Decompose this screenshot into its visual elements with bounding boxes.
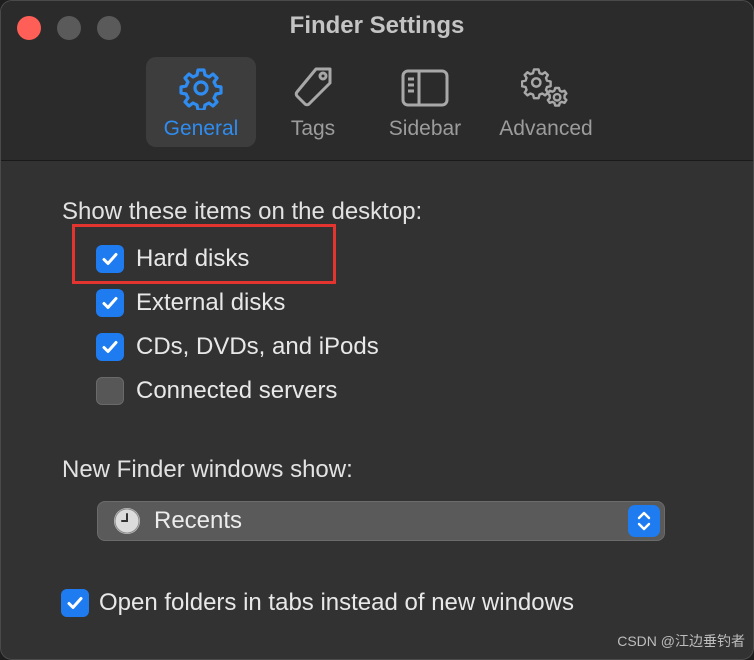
gears-icon <box>521 63 571 113</box>
select-value: Recents <box>154 507 243 534</box>
clock-icon <box>114 508 140 534</box>
checkbox-checked[interactable] <box>96 245 124 273</box>
tab-label: Sidebar <box>388 117 462 140</box>
checkbox-unchecked[interactable] <box>96 377 124 405</box>
gear-icon <box>176 63 226 113</box>
checkbox-checked[interactable] <box>61 589 89 617</box>
new-windows-select[interactable]: Recents <box>97 501 665 541</box>
finder-settings-window: Finder Settings General Tags Sidebar Adv… <box>0 0 754 660</box>
new-windows-label: New Finder windows show: <box>62 456 353 483</box>
tab-label: General <box>163 117 239 140</box>
checkbox-label: External disks <box>136 289 286 316</box>
tab-label: Tags <box>290 117 336 140</box>
desktop-items-label: Show these items on the desktop: <box>62 198 423 225</box>
tab-label: Advanced <box>499 117 593 140</box>
sidebar-icon <box>400 63 450 113</box>
window-title: Finder Settings <box>289 12 465 39</box>
tab-general[interactable]: General <box>146 57 256 147</box>
chevron-updown-icon[interactable] <box>628 505 660 537</box>
checkbox-label: Connected servers <box>136 377 338 404</box>
checkbox-checked[interactable] <box>96 289 124 317</box>
watermark: CSDN @江边垂钓者 <box>617 633 745 649</box>
checkbox-checked[interactable] <box>96 333 124 361</box>
hard-disks-checkbox[interactable]: Hard disks <box>96 245 249 273</box>
external-disks-checkbox[interactable]: External disks <box>96 289 285 317</box>
cds-dvds-ipods-checkbox[interactable]: CDs, DVDs, and iPods <box>96 333 379 361</box>
checkbox-label: CDs, DVDs, and iPods <box>136 333 379 360</box>
connected-servers-checkbox[interactable]: Connected servers <box>96 377 337 405</box>
checkbox-label: Hard disks <box>136 245 250 272</box>
tab-advanced[interactable]: Advanced <box>490 57 602 147</box>
tag-icon <box>288 63 338 113</box>
tab-sidebar[interactable]: Sidebar <box>370 57 480 147</box>
checkbox-label: Open folders in tabs instead of new wind… <box>99 589 574 616</box>
toolbar: Finder Settings General Tags Sidebar Adv… <box>1 1 753 161</box>
tab-tags[interactable]: Tags <box>258 57 368 147</box>
open-in-tabs-checkbox[interactable]: Open folders in tabs instead of new wind… <box>61 589 574 617</box>
